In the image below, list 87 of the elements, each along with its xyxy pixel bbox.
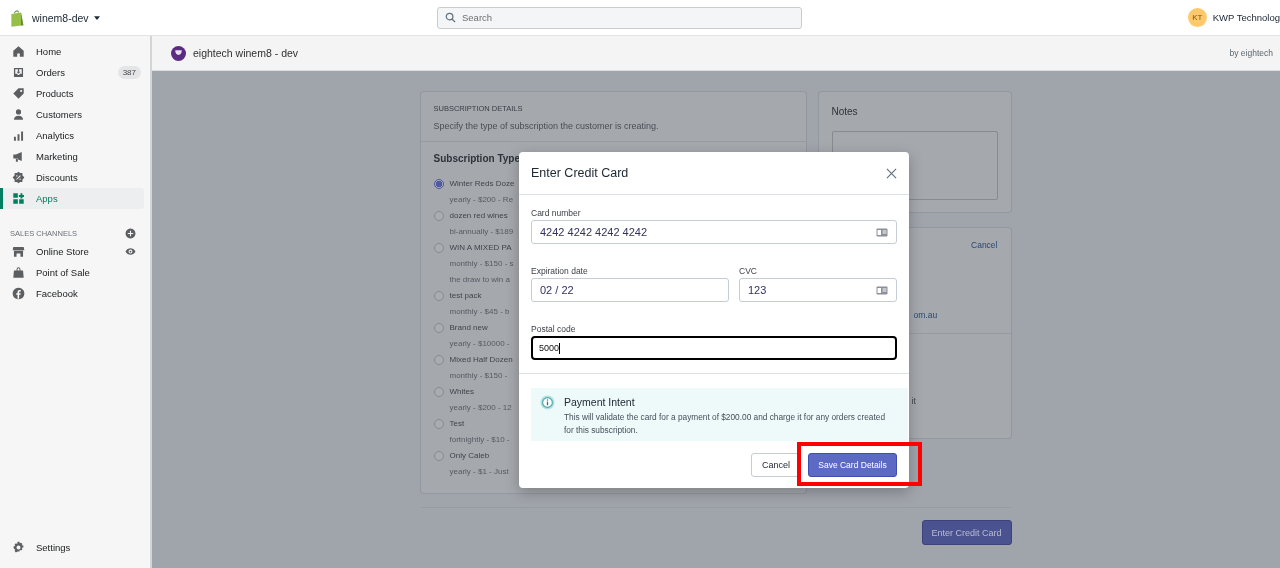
card-icon <box>876 227 888 237</box>
banner-title: Payment Intent <box>564 396 636 408</box>
eye-icon[interactable] <box>125 246 136 257</box>
sidebar-item[interactable]: Products <box>0 83 144 104</box>
enter-credit-card-button[interactable]: Enter Credit Card <box>921 520 1012 545</box>
option-label: test pack <box>449 290 483 302</box>
store-switcher[interactable]: winem8-dev <box>32 11 89 24</box>
save-card-details-button[interactable]: Save Card Details <box>808 453 897 477</box>
dialog-title: Enter Credit Card <box>531 166 629 180</box>
radio-button[interactable] <box>433 355 444 365</box>
radio-button[interactable] <box>433 179 444 189</box>
radio-button[interactable] <box>433 291 444 301</box>
option-detail: yearly - $10000 - <box>449 338 510 350</box>
option-detail: monthly - $150 - <box>449 370 509 382</box>
shopping-bag-logo-icon[interactable] <box>9 8 25 27</box>
avatar[interactable]: KT <box>1187 8 1207 27</box>
field-label: Card number <box>531 208 582 220</box>
settings-icon <box>12 541 25 554</box>
discount-icon <box>12 171 25 184</box>
inbox-icon <box>12 66 25 79</box>
option-detail: the draw to win a <box>449 274 511 286</box>
bar-chart-icon <box>12 129 25 142</box>
radio-button[interactable] <box>433 419 444 429</box>
sidebar-item[interactable]: Home <box>0 41 144 62</box>
text-fragment: it <box>911 396 916 406</box>
search-icon <box>445 12 456 23</box>
close-icon[interactable] <box>886 167 897 179</box>
radio-button[interactable] <box>433 243 444 253</box>
tag-icon <box>12 87 25 100</box>
sidebar-item[interactable]: Point of Sale <box>0 262 144 283</box>
f-logo-icon <box>12 287 25 300</box>
option-label: Mixed Half Dozen <box>449 354 513 366</box>
option-detail: yearly - $200 - Re <box>449 194 515 206</box>
app-byline: by eightech <box>1229 48 1273 58</box>
cvc-field[interactable]: 123 <box>739 278 897 302</box>
person-icon <box>12 108 25 121</box>
field-label: Expiration date <box>531 266 589 278</box>
radio-button[interactable] <box>433 323 444 333</box>
account-name[interactable]: KWP Technolog <box>1212 12 1280 23</box>
app-logo-icon <box>171 45 186 61</box>
postal-code-field[interactable]: 5000 <box>531 336 897 360</box>
caret-icon[interactable] <box>93 15 100 20</box>
option-label: Test <box>449 418 466 430</box>
banner-text: This will validate the card for a payment of $200.00 and charge it for any orders created for this subscription. <box>564 411 886 437</box>
card-title: Notes <box>831 106 859 117</box>
radio-button[interactable] <box>433 387 444 397</box>
sidebar-item[interactable]: Facebook <box>0 283 144 304</box>
email-fragment: om.au <box>913 310 938 320</box>
option-detail: yearly - $1 - Just <box>449 466 509 478</box>
add-icon[interactable] <box>125 227 136 239</box>
cancel-link[interactable]: Cancel <box>971 240 998 250</box>
sidebar-item[interactable]: Orders 387 <box>0 62 144 83</box>
card-icon <box>876 285 888 295</box>
radio-button[interactable] <box>433 211 444 221</box>
sidebar-item[interactable]: Discounts <box>0 167 144 188</box>
search-field[interactable]: Search <box>437 6 802 29</box>
card-number-field[interactable]: 4242 4242 4242 4242 <box>531 220 897 244</box>
radio-button[interactable] <box>433 451 444 461</box>
app-title: eightech winem8 - dev <box>193 47 299 59</box>
option-detail: yearly - $200 - 12 <box>449 402 512 414</box>
sidebar-item[interactable]: Customers <box>0 104 144 125</box>
option-detail: monthly - $150 - s <box>449 258 514 270</box>
expiration-field[interactable]: 02 / 22 <box>531 278 729 302</box>
option-detail: bi-annually - $189 <box>449 226 514 238</box>
sidebar-item[interactable]: Online Store <box>0 241 144 262</box>
card-description: Specify the type of subscription the customer is creating. <box>433 121 660 131</box>
sidebar-item[interactable]: Marketing <box>0 146 144 167</box>
option-label: Winter Reds Doze <box>449 178 515 190</box>
field-label: Postal code <box>531 324 577 336</box>
sidebar-item[interactable]: Apps <box>0 188 144 209</box>
megaphone-icon <box>12 150 25 163</box>
option-detail: fortnightly - $10 - <box>449 434 510 446</box>
sidebar-item[interactable]: Analytics <box>0 125 144 146</box>
grid-icon <box>12 192 25 205</box>
bag-icon <box>12 266 25 279</box>
home-icon <box>12 45 25 58</box>
option-label: Whites <box>449 386 475 398</box>
sidebar-item[interactable]: Settings <box>0 537 144 558</box>
count-badge: 387 <box>117 66 141 79</box>
store-icon <box>12 245 25 258</box>
option-label: Only Caleb <box>449 450 491 462</box>
option-label: dozen red wines <box>449 210 509 222</box>
info-icon <box>540 395 555 410</box>
section-title: Subscription Type <box>433 153 521 164</box>
option-label: Brand new <box>449 322 489 334</box>
field-label: CVC <box>739 266 758 278</box>
option-label: WIN A MIXED PA <box>449 242 513 254</box>
